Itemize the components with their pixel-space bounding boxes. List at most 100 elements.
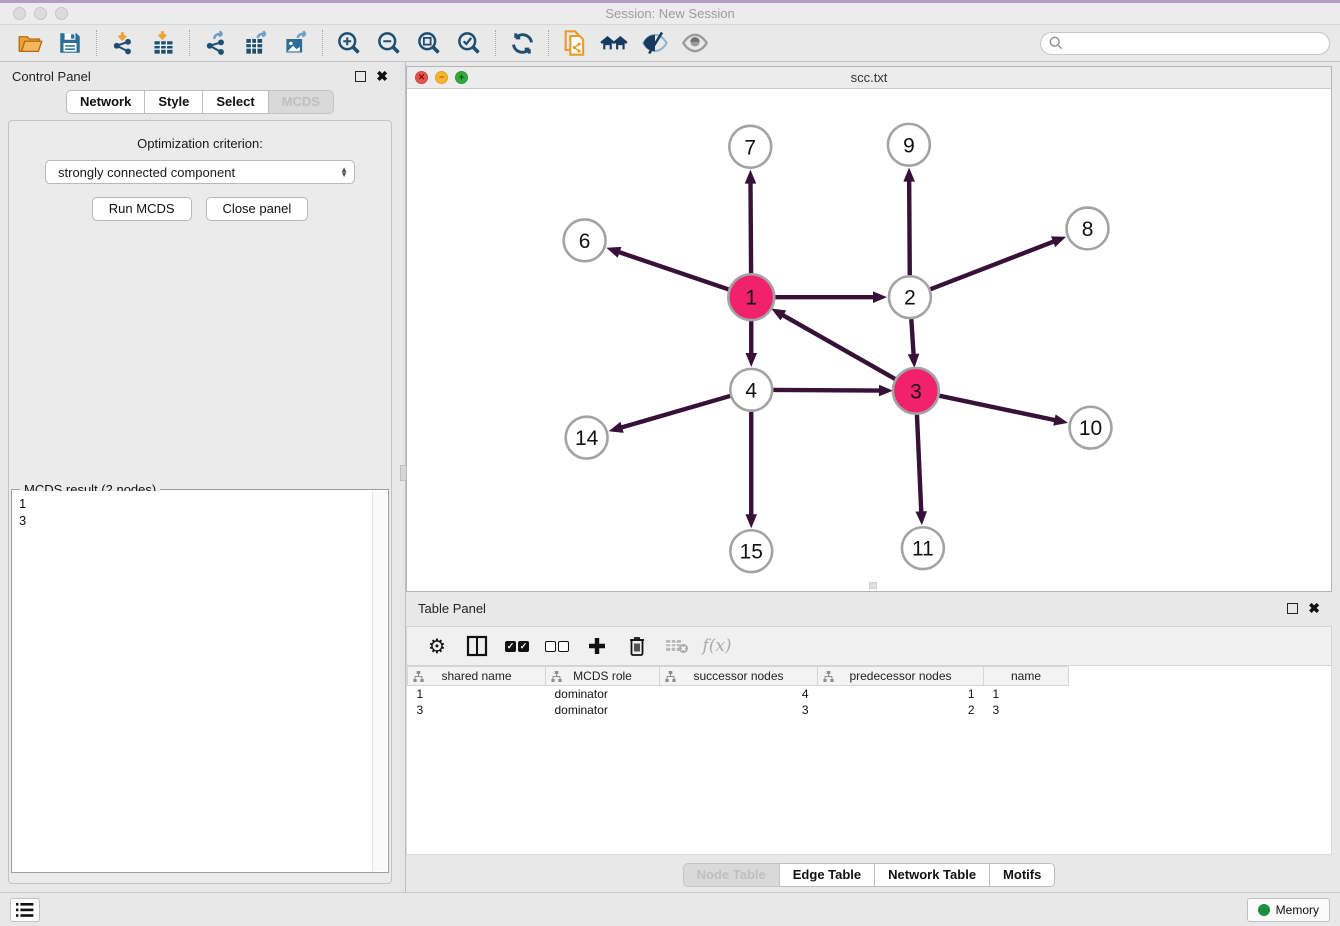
maximize-window-icon[interactable] xyxy=(55,7,68,20)
graph-edge-2-9[interactable] xyxy=(909,179,910,276)
checked-box-icon: ✓ xyxy=(518,641,529,652)
run-mcds-button[interactable]: Run MCDS xyxy=(92,197,192,221)
column-header-shared-name[interactable]: shared name xyxy=(408,667,546,686)
mcds-result-scrollbar[interactable] xyxy=(372,491,387,871)
zoom-out-button[interactable] xyxy=(369,27,409,59)
zoom-fit-button[interactable] xyxy=(409,27,449,59)
node-table: shared name MCDS role successor nodes pr… xyxy=(407,666,1069,718)
search-field[interactable] xyxy=(1040,32,1330,55)
criterion-select[interactable]: strongly connected component ▲▼ xyxy=(45,160,355,184)
close-panel-button[interactable]: Close panel xyxy=(206,197,309,221)
table-cell[interactable]: 1 xyxy=(818,686,984,702)
tab-network[interactable]: Network xyxy=(66,90,145,114)
zoom-in-button[interactable] xyxy=(329,27,369,59)
delete-table-button[interactable] xyxy=(659,630,695,662)
graph-node-label-10: 10 xyxy=(1079,417,1102,440)
close-window-icon[interactable] xyxy=(13,7,26,20)
graph-edge-arrowhead xyxy=(903,168,915,182)
show-all-button[interactable] xyxy=(675,27,715,59)
task-history-button[interactable] xyxy=(10,898,40,922)
table-cell[interactable]: 1 xyxy=(408,686,546,702)
first-neighbors-button[interactable] xyxy=(595,27,635,59)
deselect-all-rows-button[interactable] xyxy=(539,630,575,662)
app-window-controls[interactable] xyxy=(13,7,68,20)
export-table-button[interactable] xyxy=(236,27,276,59)
search-input[interactable] xyxy=(1068,36,1321,50)
graph-node-label-4: 4 xyxy=(745,379,757,402)
export-image-button[interactable] xyxy=(276,27,316,59)
import-network-button[interactable] xyxy=(103,27,143,59)
apply-layout-button[interactable] xyxy=(502,27,542,59)
export-image-icon xyxy=(283,30,310,57)
delete-column-button[interactable] xyxy=(619,630,655,662)
column-header-name[interactable]: name xyxy=(984,667,1069,686)
node-table-area[interactable]: shared name MCDS role successor nodes pr… xyxy=(406,666,1332,855)
tab-select[interactable]: Select xyxy=(203,90,268,114)
table-cell[interactable]: dominator xyxy=(546,702,660,718)
table-cell[interactable]: 4 xyxy=(660,686,818,702)
column-header-successor-nodes[interactable]: successor nodes xyxy=(660,667,818,686)
save-session-button[interactable] xyxy=(50,27,90,59)
graph-edge-4-14[interactable] xyxy=(619,396,730,428)
graph-edge-arrowhead xyxy=(873,291,887,303)
function-builder-button[interactable]: f(x) xyxy=(699,630,735,662)
float-table-panel-icon[interactable] xyxy=(1287,603,1298,614)
graph-edge-3-1[interactable] xyxy=(781,314,897,380)
tab-edge-table[interactable]: Edge Table xyxy=(780,863,875,887)
table-cell[interactable]: 3 xyxy=(408,702,546,718)
column-header-predecessor-nodes[interactable]: predecessor nodes xyxy=(818,667,984,686)
optimization-criterion-label: Optimization criterion: xyxy=(9,136,391,151)
tab-node-table[interactable]: Node Table xyxy=(683,863,780,887)
table-row[interactable]: 1dominator411 xyxy=(408,686,1069,702)
minimize-network-icon[interactable]: − xyxy=(435,71,448,84)
export-network-button[interactable] xyxy=(196,27,236,59)
network-window-controls[interactable]: ✕ − + xyxy=(415,71,468,84)
graph-edge-3-11[interactable] xyxy=(917,413,922,515)
open-session-button[interactable] xyxy=(10,27,50,59)
network-window: ✕ − + scc.txt 7968124314101511 xyxy=(406,66,1332,592)
table-cell[interactable]: 1 xyxy=(984,686,1069,702)
zoom-selected-button[interactable] xyxy=(449,27,489,59)
network-from-selection-button[interactable] xyxy=(555,27,595,59)
mcds-result-list[interactable]: 13 xyxy=(13,491,372,871)
close-network-icon[interactable]: ✕ xyxy=(415,71,428,84)
table-cell[interactable]: 3 xyxy=(984,702,1069,718)
memory-button[interactable]: Memory xyxy=(1247,898,1330,922)
hide-selected-button[interactable] xyxy=(635,27,675,59)
minimize-window-icon[interactable] xyxy=(34,7,47,20)
column-header-mcds-role[interactable]: MCDS role xyxy=(546,667,660,686)
tab-mcds[interactable]: MCDS xyxy=(269,90,334,114)
control-panel-header: Control Panel ✖ xyxy=(0,62,400,90)
graph-edge-1-6[interactable] xyxy=(617,251,731,290)
graph-edge-arrowhead xyxy=(908,354,920,368)
graph-edge-1-7[interactable] xyxy=(750,181,751,276)
table-cell[interactable]: dominator xyxy=(546,686,660,702)
tab-motifs[interactable]: Motifs xyxy=(990,863,1055,887)
import-table-button[interactable] xyxy=(143,27,183,59)
graph-edge-arrowhead xyxy=(915,511,927,525)
toolbar-separator xyxy=(322,30,323,56)
toolbar-separator xyxy=(96,30,97,56)
show-column-panel-button[interactable] xyxy=(459,630,495,662)
graph-edge-2-3[interactable] xyxy=(911,319,913,357)
table-settings-button[interactable]: ⚙ xyxy=(419,630,455,662)
table-row[interactable]: 3dominator323 xyxy=(408,702,1069,718)
network-splitter-grip[interactable] xyxy=(869,582,877,589)
float-panel-icon[interactable] xyxy=(355,71,366,82)
graph-edge-2-8[interactable] xyxy=(930,241,1056,290)
select-all-rows-button[interactable]: ✓✓ xyxy=(499,630,535,662)
close-table-panel-icon[interactable]: ✖ xyxy=(1308,603,1320,614)
table-cell[interactable]: 3 xyxy=(660,702,818,718)
network-window-title: scc.txt xyxy=(851,70,888,85)
graph-edge-3-10[interactable] xyxy=(937,395,1057,420)
graph-node-label-11: 11 xyxy=(912,538,934,561)
close-panel-icon[interactable]: ✖ xyxy=(376,71,388,82)
maximize-network-icon[interactable]: + xyxy=(455,71,468,84)
tab-network-table[interactable]: Network Table xyxy=(875,863,990,887)
table-cell[interactable]: 2 xyxy=(818,702,984,718)
add-column-button[interactable] xyxy=(579,630,615,662)
tab-style[interactable]: Style xyxy=(145,90,203,114)
graph-edge-4-3[interactable] xyxy=(773,390,882,391)
gear-icon: ⚙ xyxy=(428,634,446,659)
network-canvas[interactable]: 7968124314101511 xyxy=(407,89,1331,591)
